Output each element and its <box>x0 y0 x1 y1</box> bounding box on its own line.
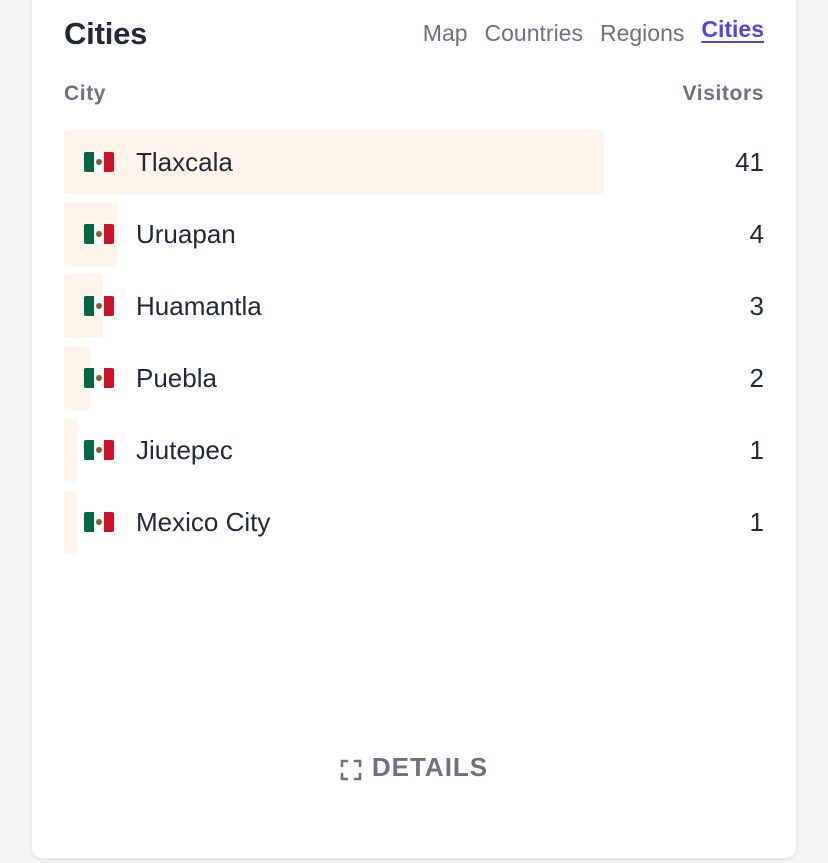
card-title: Cities <box>64 16 148 51</box>
visitor-count: 41 <box>735 147 764 177</box>
visitor-count: 1 <box>749 435 764 465</box>
visitor-count: 1 <box>749 507 764 537</box>
city-name: Uruapan <box>136 218 236 249</box>
visitor-count: 4 <box>749 219 764 249</box>
tab-cities[interactable]: Cities <box>701 12 764 46</box>
list-item[interactable]: Mexico City 1 <box>64 490 764 554</box>
visitor-count: 3 <box>749 291 764 321</box>
list-item[interactable]: Puebla 2 <box>64 346 764 410</box>
city-name: Huamantla <box>136 290 262 321</box>
tab-regions[interactable]: Regions <box>600 16 684 50</box>
visitor-count: 2 <box>749 363 764 393</box>
mexico-flag-icon <box>84 152 114 172</box>
list-item[interactable]: Huamantla 3 <box>64 274 764 338</box>
card-header: Cities Map Countries Regions Cities <box>64 10 764 60</box>
city-name: Puebla <box>136 362 217 393</box>
city-list: Tlaxcala 41 Uruapan 4 Huamantla 3 Puebla… <box>64 130 764 562</box>
city-name: Jiutepec <box>136 434 233 465</box>
city-name: Tlaxcala <box>136 146 233 177</box>
mexico-flag-icon <box>84 368 114 388</box>
tab-map[interactable]: Map <box>423 16 468 50</box>
cities-card: Cities Map Countries Regions Cities City… <box>32 0 796 858</box>
list-item[interactable]: Jiutepec 1 <box>64 418 764 482</box>
list-item[interactable]: Uruapan 4 <box>64 202 764 266</box>
mexico-flag-icon <box>84 224 114 244</box>
tab-countries[interactable]: Countries <box>485 16 583 50</box>
mexico-flag-icon <box>84 440 114 460</box>
column-header-visitors: Visitors <box>682 82 764 105</box>
expand-icon <box>340 757 362 780</box>
column-headers: City Visitors <box>64 82 764 112</box>
list-item[interactable]: Tlaxcala 41 <box>64 130 764 194</box>
mexico-flag-icon <box>84 512 114 532</box>
mexico-flag-icon <box>84 296 114 316</box>
city-name: Mexico City <box>136 506 271 537</box>
details-label: DETAILS <box>371 752 489 782</box>
details-button[interactable]: DETAILS <box>32 752 796 788</box>
tab-bar: Map Countries Regions Cities <box>423 16 764 50</box>
column-header-city: City <box>64 82 107 105</box>
